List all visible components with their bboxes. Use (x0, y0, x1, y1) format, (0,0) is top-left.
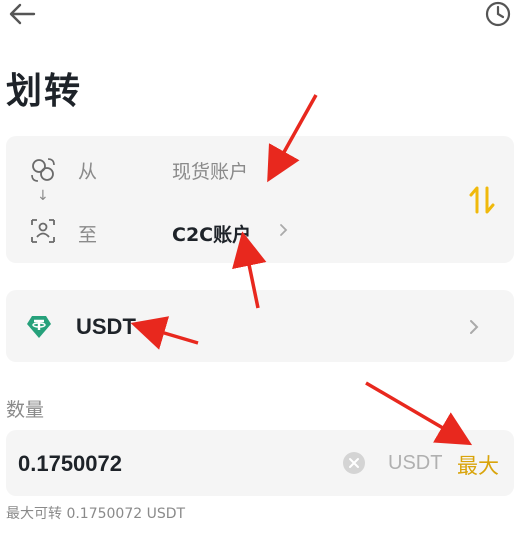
from-account-value[interactable]: 现货账户 (172, 157, 248, 184)
direction-arrow-icon: ↓ (37, 188, 49, 204)
page-title: 划转 (6, 71, 83, 112)
coin-name[interactable]: USDT (76, 314, 136, 340)
clock-icon (485, 1, 511, 27)
from-label: 从 (78, 161, 98, 183)
swap-direction-button[interactable] (466, 180, 498, 220)
chevron-right-icon[interactable] (278, 221, 290, 239)
swap-vertical-icon (469, 186, 495, 214)
back-button[interactable] (4, 0, 38, 30)
amount-unit: USDT (388, 452, 443, 474)
amount-label: 数量 (6, 399, 45, 421)
to-label: 至 (78, 224, 98, 246)
close-icon (349, 458, 359, 468)
arrow-left-icon (9, 3, 36, 25)
history-button[interactable] (484, 0, 514, 30)
amount-input[interactable] (18, 450, 318, 478)
clear-input-button[interactable] (343, 452, 365, 474)
chevron-right-icon[interactable] (467, 316, 481, 338)
available-balance: 最大可转 0.1750072 USDT (6, 506, 186, 522)
max-amount-button[interactable]: 最大 (457, 450, 499, 480)
wallet-exchange-icon (30, 157, 56, 183)
user-account-icon (30, 218, 56, 244)
tether-icon (26, 315, 52, 339)
to-account-select[interactable]: C2C账户 (172, 220, 251, 247)
